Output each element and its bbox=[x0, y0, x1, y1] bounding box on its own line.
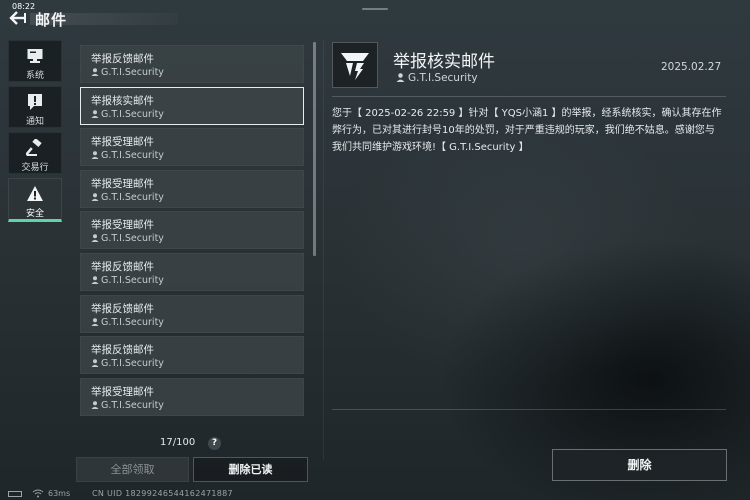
mail-title: 举报核实邮件 bbox=[91, 94, 154, 107]
nav-label: 系统 bbox=[25, 71, 44, 81]
nav-label: 通知 bbox=[25, 117, 44, 127]
mail-sender: G.T.I.Security bbox=[101, 150, 164, 162]
list-item-selected[interactable]: 举报核实邮件 G.T.I.Security bbox=[80, 86, 304, 125]
page-title: 邮件 bbox=[35, 11, 68, 29]
ping-readout: 63ms bbox=[48, 489, 71, 498]
detail-divider-bottom bbox=[332, 409, 726, 410]
list-item[interactable]: 举报反馈邮件 G.T.I.Security bbox=[80, 294, 304, 333]
list-item[interactable]: 举报反馈邮件 G.T.I.Security bbox=[80, 336, 304, 375]
person-icon bbox=[91, 109, 99, 118]
person-icon bbox=[91, 359, 99, 368]
list-scrollbar[interactable] bbox=[313, 42, 316, 256]
mail-sender: G.T.I.Security bbox=[101, 67, 164, 78]
person-icon bbox=[91, 68, 99, 76]
back-arrow-icon bbox=[9, 11, 26, 25]
mail-sender-row: G.T.I.Security bbox=[91, 192, 164, 203]
list-item[interactable]: 举报反馈邮件 G.T.I.Security bbox=[80, 252, 304, 291]
top-bar: 08:22 邮件 bbox=[0, 0, 750, 32]
wifi-icon bbox=[32, 489, 44, 498]
person-icon bbox=[91, 192, 99, 201]
person-icon bbox=[396, 73, 405, 82]
delete-read-button[interactable]: 删除已读 bbox=[193, 457, 308, 482]
list-item[interactable]: 举报反馈邮件 G.T.I.Security bbox=[80, 45, 304, 83]
nav-label: 交易行 bbox=[21, 163, 49, 173]
person-icon bbox=[91, 276, 99, 284]
list-item[interactable]: 举报受理邮件 G.T.I.Security bbox=[80, 211, 304, 250]
security-shield-icon bbox=[341, 53, 369, 80]
detail-divider-top bbox=[332, 96, 726, 97]
uid-readout: CN UID 182992465441624718​87 bbox=[92, 489, 233, 498]
mail-sender-row: G.T.I.Security bbox=[91, 67, 164, 78]
list-item[interactable]: 举报受理邮件 G.T.I.Security bbox=[80, 169, 304, 208]
sender-logo bbox=[332, 42, 378, 88]
mail-sender-row: G.T.I.Security bbox=[91, 317, 164, 328]
claim-all-button[interactable]: 全部领取 bbox=[76, 457, 189, 482]
top-handle[interactable] bbox=[362, 8, 388, 10]
back-button[interactable] bbox=[8, 10, 28, 26]
mail-sender-row: G.T.I.Security bbox=[91, 150, 164, 161]
nav-item-trade[interactable]: 交易行 bbox=[8, 132, 62, 174]
mail-detail-body: 您于【 2025-02-26 22:59 】针对【 YQS小涵1 】的举报，经系… bbox=[332, 108, 722, 153]
list-item[interactable]: 举报受理邮件 G.T.I.Security bbox=[80, 377, 304, 416]
person-icon bbox=[91, 400, 99, 409]
nav-item-notice[interactable]: 通知 bbox=[8, 86, 62, 128]
mail-title: 举报反馈邮件 bbox=[91, 302, 154, 315]
mail-sender: G.T.I.Security bbox=[101, 274, 164, 286]
mail-sender: G.T.I.Security bbox=[101, 358, 164, 370]
mail-title: 举报受理邮件 bbox=[91, 136, 154, 149]
mail-sender: G.T.I.Security bbox=[101, 191, 164, 203]
status-bar: 63ms CN UID 182992465441624718​87 bbox=[0, 488, 320, 500]
gavel-icon bbox=[26, 139, 42, 156]
monitor-icon bbox=[27, 49, 43, 63]
mail-detail-sender-row: G.T.I.Security bbox=[396, 72, 478, 84]
mail-title: 举报反馈邮件 bbox=[91, 344, 154, 357]
mail-sender-row: G.T.I.Security bbox=[91, 400, 164, 411]
alert-message-icon bbox=[28, 94, 42, 110]
warning-triangle-icon bbox=[27, 186, 43, 201]
help-icon[interactable]: ? bbox=[208, 437, 221, 450]
mail-title: 举报受理邮件 bbox=[91, 385, 154, 398]
category-nav: 系统 通知 交易行 安全 bbox=[8, 40, 64, 226]
mail-title: 举报受理邮件 bbox=[91, 219, 154, 232]
mail-title: 举报受理邮件 bbox=[91, 177, 154, 190]
nav-item-system[interactable]: 系统 bbox=[8, 40, 62, 82]
mail-title: 举报反馈邮件 bbox=[91, 260, 154, 273]
list-item[interactable]: 举报受理邮件 G.T.I.Security bbox=[80, 128, 304, 167]
nav-item-security[interactable]: 安全 bbox=[8, 178, 62, 222]
mail-detail-title: 举报核实邮件 bbox=[393, 52, 495, 72]
pane-divider bbox=[323, 40, 324, 460]
delete-button[interactable]: 删除 bbox=[552, 449, 727, 481]
person-icon bbox=[91, 151, 99, 160]
mail-sender-row: G.T.I.Security bbox=[91, 358, 164, 369]
mail-sender-row: G.T.I.Security bbox=[91, 109, 164, 120]
battery-icon bbox=[8, 491, 22, 497]
person-icon bbox=[91, 317, 99, 326]
mail-sender: G.T.I.Security bbox=[101, 233, 164, 245]
mail-title: 举报反馈邮件 bbox=[91, 53, 154, 65]
mail-sender: G.T.I.Security bbox=[101, 316, 164, 328]
mail-sender-row: G.T.I.Security bbox=[91, 233, 164, 244]
mail-sender-row: G.T.I.Security bbox=[91, 275, 164, 286]
mail-detail-date: 2025.02.27 bbox=[661, 61, 722, 73]
mail-sender: G.T.I.Security bbox=[101, 399, 164, 411]
person-icon bbox=[91, 234, 99, 243]
mail-sender: G.T.I.Security bbox=[101, 108, 164, 120]
mail-list[interactable]: 举报反馈邮件 G.T.I.Security 举报核实邮件 G.T.I.Secur… bbox=[80, 45, 306, 427]
mail-detail-sender: G.T.I.Security bbox=[408, 72, 478, 84]
mail-counter: 17/100 bbox=[160, 437, 196, 448]
nav-label: 安全 bbox=[25, 209, 44, 219]
